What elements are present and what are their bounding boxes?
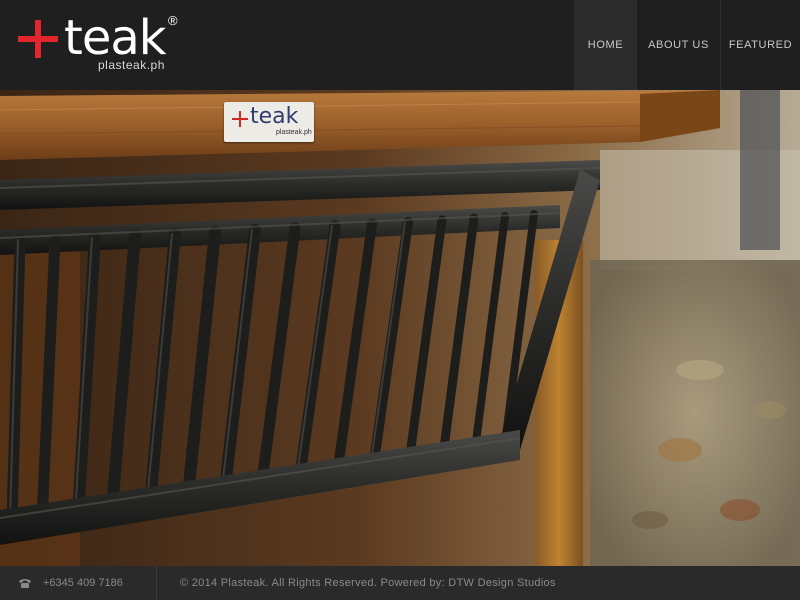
footer-copyright: © 2014 Plasteak. All Rights Reserved. Po… (180, 577, 556, 589)
footer-divider (156, 566, 157, 600)
site-footer: +6345 409 7186 © 2014 Plasteak. All Righ… (0, 566, 800, 600)
footer-phone: +6345 409 7186 (43, 577, 123, 589)
logo-website: plasteak.ph (98, 58, 165, 72)
tag-plus-icon (232, 111, 248, 127)
nav-home[interactable]: HOME (574, 0, 636, 90)
plus-logo-icon (18, 20, 58, 60)
chair-photo (0, 90, 800, 566)
main-nav: HOME ABOUT US FEATURED (574, 0, 800, 90)
registered-mark: ® (168, 13, 178, 28)
hero-image: teak plasteak.ph (0, 90, 800, 566)
logo-wordmark: teak (64, 10, 167, 66)
site-logo[interactable]: teak ® plasteak.ph (18, 14, 188, 74)
phone-icon (19, 579, 31, 588)
site-header: teak ® plasteak.ph HOME ABOUT US FEATURE… (0, 0, 800, 90)
tag-url: plasteak.ph (276, 129, 312, 136)
nav-about-us[interactable]: ABOUT US (636, 0, 720, 90)
tag-wordmark: teak (250, 104, 299, 129)
product-tag: teak plasteak.ph (224, 102, 314, 142)
nav-featured[interactable]: FEATURED (720, 0, 800, 90)
